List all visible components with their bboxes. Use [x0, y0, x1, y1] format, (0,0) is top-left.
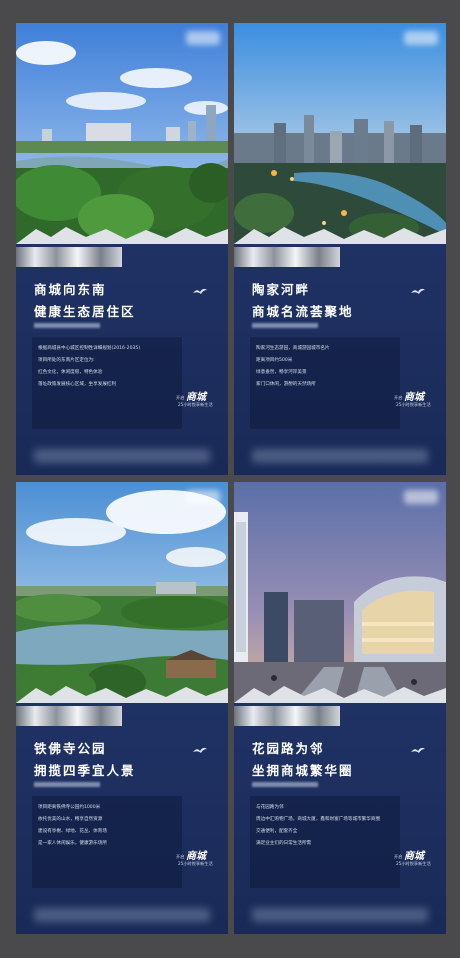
- signature-slogan: 25小时悦享新生活: [178, 402, 213, 407]
- bird-icon: [411, 747, 425, 753]
- description-box: 根据商城县中心城区控制性详细规划(2016-2035) 项目所处的东南片区定位为…: [32, 337, 182, 429]
- blurred-footer: [34, 449, 210, 463]
- description-line: 周边中汇购物广场，商城大厦，鑫和财富广场等城市繁华商圈: [256, 817, 381, 822]
- signature-slogan: 25小时悦享新生活: [396, 402, 431, 407]
- poster-card-2: 陶家河畔 商城名流荟聚地 陶家河生态游园，商城游园城市名片 距离项目约500米 …: [234, 23, 446, 475]
- title-line-2: 商城名流荟聚地: [252, 304, 354, 319]
- description-box: 项目距离铁佛寺公园约1000米 依托优美的山水，畅享自然资源 建设有亭榭、绿地、…: [32, 796, 182, 888]
- blurred-subtitle: [252, 323, 318, 328]
- description-line: 项目所处的东南片区定位为:: [38, 358, 95, 363]
- bird-icon: [193, 747, 207, 753]
- title-line-1: 陶家河畔: [252, 282, 311, 297]
- city-river-photo: [234, 23, 446, 244]
- title-line-2: 坐拥商城繁华圈: [252, 763, 354, 778]
- signature-main: 商城: [404, 392, 424, 403]
- blurred-footer: [252, 449, 428, 463]
- blurred-subtitle: [252, 782, 318, 787]
- poster-card-3: 铁佛寺公园 拥揽四季宜人景 项目距离铁佛寺公园约1000米 依托优美的山水，畅享…: [16, 482, 228, 934]
- signature-prefix: 开启: [394, 854, 403, 859]
- description-line: 家门口休闲，游憩的天然场所: [256, 382, 316, 387]
- signature-prefix: 开启: [176, 854, 185, 859]
- blurred-footer: [252, 908, 428, 922]
- blurred-footer: [34, 908, 210, 922]
- description-line: 红色文化，休闲度假，特色体验: [38, 370, 103, 375]
- description-box: 陶家河生态游园，商城游园城市名片 距离项目约500米 绿意盎然，畅享河岸美景 家…: [250, 337, 400, 429]
- poster-card-4: 花园路为邻 坐拥商城繁华圈 与花园路为邻 周边中汇购物广场，商城大厦，鑫和财富广…: [234, 482, 446, 934]
- description-line: 项目距离铁佛寺公园约1000米: [38, 805, 101, 810]
- bird-icon: [193, 288, 207, 294]
- description-line: 建设有亭榭、绿地、花丛、体育场: [38, 829, 107, 834]
- title-line-1: 花园路为邻: [252, 741, 325, 756]
- description-line: 落址政策发展核心区域，坐享发展红利: [38, 382, 117, 387]
- description-line: 绿意盎然，畅享河岸美景: [256, 370, 307, 375]
- signature-prefix: 开启: [176, 395, 185, 400]
- lake-park-photo: [16, 482, 228, 703]
- signature-slogan: 25小时悦享新生活: [178, 861, 213, 866]
- shopping-mall-photo: [234, 482, 446, 703]
- silver-bar: [234, 706, 340, 726]
- signature-slogan: 25小时悦享新生活: [396, 861, 431, 866]
- description-line: 陶家河生态游园，商城游园城市名片: [256, 346, 330, 351]
- description-box: 与花园路为邻 周边中汇购物广场，商城大厦，鑫和财富广场等城市繁华商圈 交通便利，…: [250, 796, 400, 888]
- signature-main: 商城: [186, 851, 206, 862]
- description-line: 交通便利，配套齐全: [256, 829, 298, 834]
- blurred-logo: [186, 31, 220, 45]
- title-line-1: 铁佛寺公园: [34, 741, 107, 756]
- description-line: 距离项目约500米: [256, 358, 293, 363]
- bird-icon: [411, 288, 425, 294]
- blurred-subtitle: [34, 323, 100, 328]
- silver-bar: [16, 247, 122, 267]
- description-line: 满足业主们的日常生活所需: [256, 841, 312, 846]
- blurred-logo: [404, 31, 438, 45]
- description-line: 根据商城县中心城区控制性详细规划(2016-2035): [38, 346, 141, 351]
- title-line-1: 商城向东南: [34, 282, 107, 297]
- signature-main: 商城: [404, 851, 424, 862]
- description-line: 依托优美的山水，畅享自然资源: [38, 817, 103, 822]
- poster-card-1: 商城向东南 健康生态居住区 根据商城县中心城区控制性详细规划(2016-2035…: [16, 23, 228, 475]
- description-line: 是一家人休闲娱乐，健康游乐场所: [38, 841, 107, 846]
- blurred-logo: [404, 490, 438, 504]
- title-line-2: 拥揽四季宜人景: [34, 763, 136, 778]
- blurred-logo: [186, 490, 220, 504]
- title-line-2: 健康生态居住区: [34, 304, 136, 319]
- signature-prefix: 开启: [394, 395, 403, 400]
- silver-bar: [16, 706, 122, 726]
- silver-bar: [234, 247, 340, 267]
- signature-main: 商城: [186, 392, 206, 403]
- park-photo: [16, 23, 228, 244]
- blurred-subtitle: [34, 782, 100, 787]
- description-line: 与花园路为邻: [256, 805, 284, 810]
